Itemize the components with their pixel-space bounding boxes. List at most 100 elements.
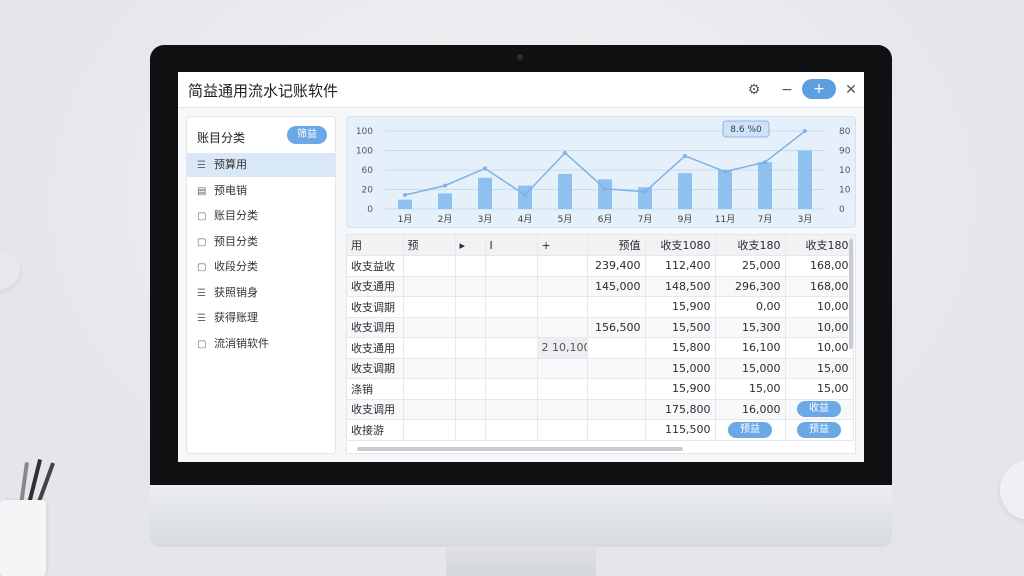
column-header[interactable]: 用 (347, 235, 404, 256)
column-header[interactable]: 预 (403, 235, 456, 256)
column-header[interactable]: ▸ (455, 235, 486, 256)
table-cell (403, 296, 456, 318)
y-tick-label-right: 90 (839, 147, 851, 157)
x-tick-label: 1月 (398, 214, 413, 225)
table-cell (485, 358, 538, 379)
bar (678, 173, 692, 209)
line-point (443, 183, 447, 188)
table-cell: 15,00 (785, 378, 854, 400)
y-tick-label-right: 10 (839, 166, 851, 176)
column-header[interactable]: 收支180 (715, 235, 786, 256)
y-tick-label: 60 (362, 166, 374, 176)
table-cell: 15,500 (645, 317, 716, 338)
row-action-button[interactable]: 收益 (797, 401, 841, 418)
sidebar-item[interactable]: ▢ 流消销软件 (187, 332, 335, 356)
table-row[interactable]: 收支益收 239,400 112,400 25,000 168,00 (347, 255, 854, 277)
table-row[interactable]: 收支调期 15,000 15,000 15,00 (347, 358, 854, 379)
sidebar-item-label: 获得账理 (214, 311, 258, 324)
list-icon: ☰ (197, 287, 206, 299)
sidebar-item[interactable]: ☰ 预算用 (187, 153, 335, 177)
minimize-button[interactable]: − (778, 81, 796, 99)
table-cell: 收接游 (347, 419, 404, 441)
row-action-button[interactable]: 预益 (728, 421, 772, 438)
table-row[interactable]: 收支通用 2 10,100 15,800 16,100 10,00 (347, 337, 854, 359)
line-point (603, 186, 607, 191)
table-cell (485, 255, 538, 277)
table-icon: ▤ (197, 185, 207, 197)
column-header[interactable]: I (485, 235, 538, 256)
monitor-bezel: 简益通用流水记账软件 ⚙ − + ✕ 账目分类 筛益 ☰ 预算用 ▤ 预电销 ▢ 账目分类… (150, 45, 892, 485)
table-cell: 2 10,100 (537, 337, 588, 359)
sidebar-item[interactable]: ☰ 获照销身 (187, 281, 335, 305)
table-cell: 收支通用 (347, 337, 404, 359)
bar (758, 162, 772, 209)
table-cell (403, 337, 456, 359)
table-cell (485, 317, 538, 338)
table-cell: 10,00 (785, 296, 854, 318)
column-header[interactable]: 收支1080 (645, 235, 716, 256)
column-header[interactable]: 收支180 (785, 235, 854, 256)
table-cell (485, 276, 538, 297)
bar (478, 177, 492, 209)
sidebar-item[interactable]: ▢ 收段分类 (187, 255, 335, 279)
table-cell (403, 276, 456, 297)
table-cell: 112,400 (645, 255, 716, 277)
x-tick-label: 7月 (758, 214, 773, 225)
table-cell: 15,000 (715, 358, 786, 379)
close-button[interactable]: ✕ (842, 81, 860, 99)
column-header[interactable]: + (537, 235, 588, 256)
vertical-scrollbar[interactable] (849, 239, 853, 349)
table-cell (537, 276, 588, 297)
add-button[interactable]: + (802, 79, 836, 99)
sidebar-item[interactable]: ▢ 预目分类 (187, 230, 335, 254)
table-cell: 296,300 (715, 276, 786, 297)
table-cell (587, 399, 646, 420)
table-row[interactable]: 涤销 15,900 15,00 15,00 (347, 378, 854, 400)
doc-icon: ▢ (197, 338, 207, 350)
monitor-chin (150, 485, 892, 547)
line-point (683, 153, 687, 158)
table-row[interactable]: 收接游 115,500 预益 预益 (347, 419, 854, 441)
y-tick-label-right: 0 (839, 205, 845, 215)
table-cell (537, 419, 588, 441)
filter-button[interactable]: 筛益 (287, 126, 327, 144)
gear-icon[interactable]: ⚙ (745, 81, 763, 99)
sidebar-item[interactable]: ☰ 获得账理 (187, 306, 335, 330)
table-cell: 239,400 (587, 255, 646, 277)
column-header[interactable]: 预值 (587, 235, 646, 256)
table-cell (537, 317, 588, 338)
sidebar: 账目分类 筛益 ☰ 预算用 ▤ 预电销 ▢ 账目分类 ▢ 预目分类 ▢ 收段分类 ☰ 获照销身 ☰ 获得账… (186, 116, 336, 454)
x-tick-label: 5月 (558, 214, 573, 225)
row-action-button[interactable]: 预益 (797, 421, 841, 438)
table-cell (587, 296, 646, 318)
camera-icon (517, 54, 523, 60)
table-cell (537, 358, 588, 379)
table-cell (485, 399, 538, 420)
table-cell: 15,00 (715, 378, 786, 400)
table-row[interactable]: 收支调用 156,500 15,500 15,300 10,00 (347, 317, 854, 338)
table-cell: 148,500 (645, 276, 716, 297)
table-cell (455, 399, 486, 420)
x-tick-label: 9月 (678, 214, 693, 225)
bar (398, 199, 412, 209)
sidebar-item-label: 预电销 (214, 183, 247, 197)
sidebar-item[interactable]: ▢ 账目分类 (187, 204, 335, 228)
y-tick-label-right: 10 (839, 186, 851, 196)
sidebar-item[interactable]: ▤ 预电销 (187, 179, 335, 203)
table-row[interactable]: 收支调期 15,900 0,00 10,00 (347, 296, 854, 318)
list-icon: ☰ (197, 313, 206, 324)
table-cell (403, 399, 456, 420)
table-cell (537, 296, 588, 318)
table-cell (403, 317, 456, 338)
bar (718, 170, 732, 209)
table-row[interactable]: 收支通用 145,000 148,500 296,300 168,00 (347, 276, 854, 297)
table-cell: 10,00 (785, 337, 854, 359)
bar (798, 150, 812, 209)
horizontal-scrollbar[interactable] (357, 447, 683, 451)
y-tick-label: 0 (367, 205, 373, 215)
line-point (403, 192, 407, 197)
line-point (523, 192, 527, 197)
table-cell: 收支调用 (347, 399, 404, 420)
table-row[interactable]: 收支调用 175,800 16,000 收益 (347, 399, 854, 420)
x-tick-label: 7月 (638, 214, 653, 225)
